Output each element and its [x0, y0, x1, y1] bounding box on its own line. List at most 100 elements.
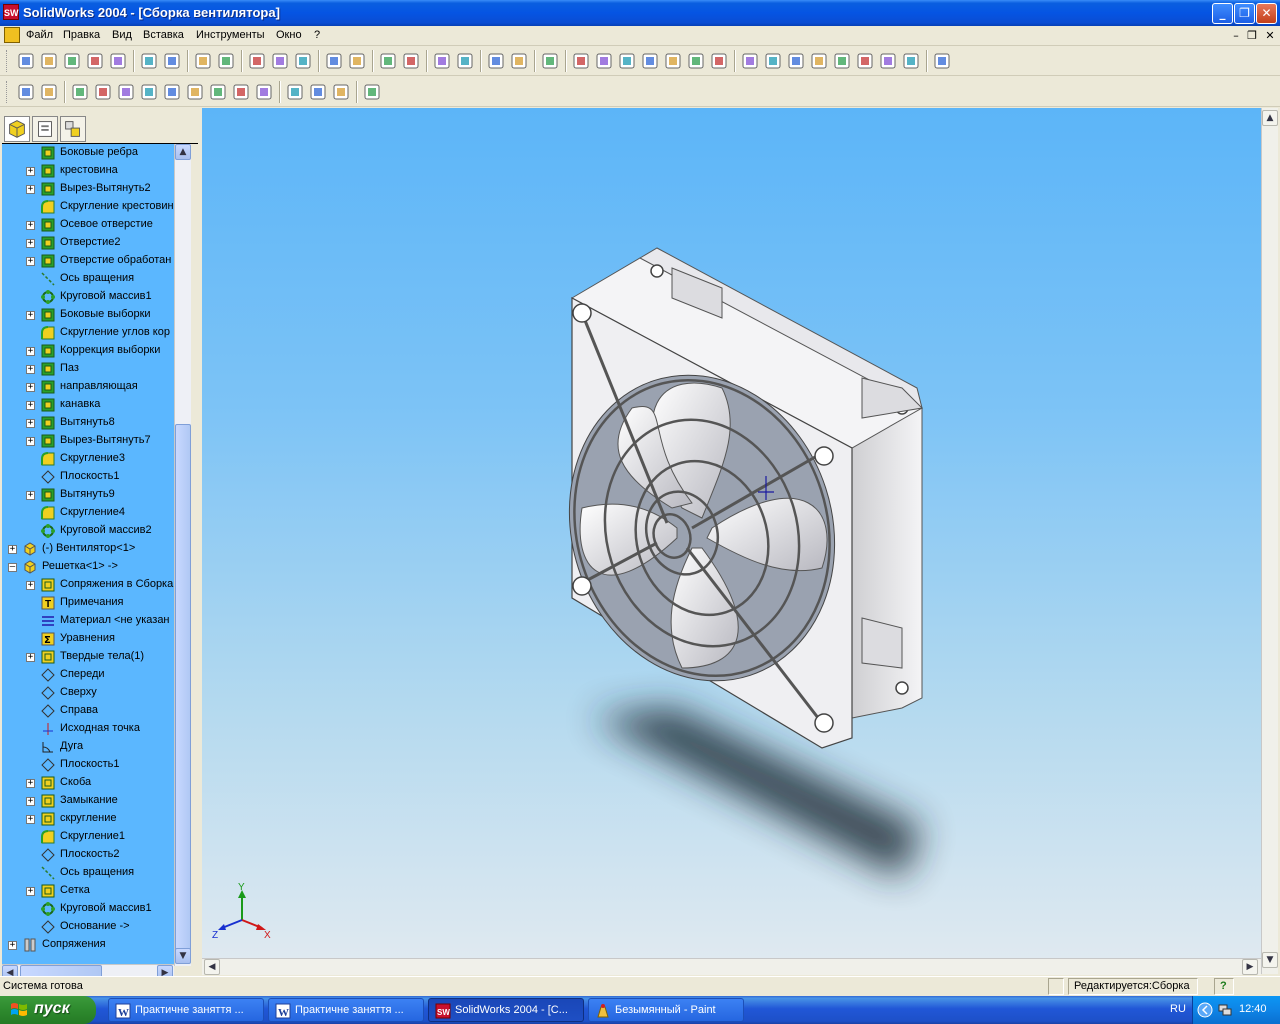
- options-button[interactable]: [509, 51, 529, 71]
- vp-scroll-left-button[interactable]: ◀: [204, 959, 220, 975]
- expand-toggle[interactable]: +: [26, 419, 35, 428]
- shadow-button[interactable]: [901, 51, 921, 71]
- zoom-area-button[interactable]: [617, 51, 637, 71]
- viewport-horizontal-scrollbar[interactable]: ◀ ▶: [202, 958, 1261, 975]
- tree-item[interactable]: + Вырез-Вытянуть7: [2, 432, 174, 450]
- expand-toggle[interactable]: +: [26, 239, 35, 248]
- rotate-component-button[interactable]: [208, 82, 228, 102]
- status-help-cell[interactable]: ?: [1214, 978, 1234, 995]
- tree-item[interactable]: + Сетка: [2, 882, 174, 900]
- expand-toggle[interactable]: +: [8, 941, 17, 950]
- expand-toggle[interactable]: +: [26, 347, 35, 356]
- tree-item[interactable]: Круговой массив1: [2, 288, 174, 306]
- menu-view[interactable]: Вид: [112, 29, 132, 41]
- new-button[interactable]: [16, 51, 36, 71]
- smart-fasteners-button[interactable]: [231, 82, 251, 102]
- move-component-button[interactable]: [185, 82, 205, 102]
- expand-toggle[interactable]: +: [26, 581, 35, 590]
- zoom-out-button[interactable]: [640, 51, 660, 71]
- explode-line-button[interactable]: [308, 82, 328, 102]
- tree-item[interactable]: + Паз: [2, 360, 174, 378]
- tree-item[interactable]: + Вытянуть8: [2, 414, 174, 432]
- tree-item[interactable]: + канавка: [2, 396, 174, 414]
- menu-insert[interactable]: Вставка: [143, 29, 184, 41]
- print-button[interactable]: [139, 51, 159, 71]
- tree-item[interactable]: Справа: [2, 702, 174, 720]
- grid-button[interactable]: [324, 51, 344, 71]
- tree-item[interactable]: Скругление3: [2, 450, 174, 468]
- tree-item[interactable]: Скругление4: [2, 504, 174, 522]
- menu-help[interactable]: ?: [314, 29, 320, 41]
- edit-component-button[interactable]: [331, 82, 351, 102]
- tree-item[interactable]: Плоскость1: [2, 756, 174, 774]
- expand-toggle[interactable]: +: [26, 437, 35, 446]
- tree-item[interactable]: + Твердые тела(1): [2, 648, 174, 666]
- tree-item[interactable]: + (-) Вентилятор<1>: [2, 540, 174, 558]
- perspective-button[interactable]: [855, 51, 875, 71]
- expand-toggle[interactable]: +: [26, 653, 35, 662]
- expand-toggle[interactable]: –: [8, 563, 17, 572]
- vp-scroll-down-button[interactable]: ▼: [1262, 952, 1278, 968]
- help-button[interactable]: [432, 51, 452, 71]
- taskbar-item-paint[interactable]: Безымянный - Paint: [588, 998, 744, 1022]
- menu-window[interactable]: Окно: [276, 29, 302, 41]
- traffic-light-button[interactable]: [293, 51, 313, 71]
- expand-toggle[interactable]: +: [26, 797, 35, 806]
- featuremanager-tab[interactable]: [4, 116, 30, 142]
- tree-item[interactable]: + Отверстие обработан: [2, 252, 174, 270]
- tree-item[interactable]: Плоскость2: [2, 846, 174, 864]
- suppress-button[interactable]: [139, 82, 159, 102]
- tree-item[interactable]: Плоскость1: [2, 468, 174, 486]
- fan-assembly-model[interactable]: [202, 108, 1261, 958]
- assembly-component-button[interactable]: [16, 82, 36, 102]
- tree-item[interactable]: + Сопряжения в Сборка: [2, 576, 174, 594]
- taskbar-item-solidworks[interactable]: SW SolidWorks 2004 - [С...: [428, 998, 584, 1022]
- pan-button[interactable]: [686, 51, 706, 71]
- filter-button[interactable]: [378, 51, 398, 71]
- expand-toggle[interactable]: +: [26, 383, 35, 392]
- menu-edit[interactable]: Правка: [63, 29, 100, 41]
- tree-item[interactable]: Скругление крестовин: [2, 198, 174, 216]
- expand-toggle[interactable]: +: [26, 491, 35, 500]
- tree-item[interactable]: + Вырез-Вытянуть2: [2, 180, 174, 198]
- change-transparency-button[interactable]: [116, 82, 136, 102]
- minimize-button[interactable]: _: [1212, 3, 1233, 24]
- graphics-area[interactable]: Y X Z: [202, 108, 1261, 958]
- mdi-minimize-button[interactable]: –: [1228, 29, 1244, 43]
- tree-item[interactable]: + Скоба: [2, 774, 174, 792]
- view-orient-button[interactable]: [709, 51, 729, 71]
- hidden-removed-button[interactable]: [786, 51, 806, 71]
- toolbar-grip[interactable]: [6, 81, 9, 103]
- tree-item[interactable]: + Замыкание: [2, 792, 174, 810]
- language-indicator[interactable]: RU: [1170, 1003, 1186, 1015]
- whats-this-button[interactable]: [455, 51, 475, 71]
- wireframe-button[interactable]: [740, 51, 760, 71]
- print-drawing-button[interactable]: [85, 51, 105, 71]
- sketch-button[interactable]: [270, 51, 290, 71]
- toolbar-grip[interactable]: [6, 50, 9, 72]
- expand-toggle[interactable]: +: [26, 167, 35, 176]
- zoom-in-button[interactable]: [594, 51, 614, 71]
- expand-toggle[interactable]: +: [26, 221, 35, 230]
- assembly-doc-icon[interactable]: [4, 27, 20, 43]
- tree-item[interactable]: + Отверстие2: [2, 234, 174, 252]
- tree-item[interactable]: Спереди: [2, 666, 174, 684]
- tree-item[interactable]: – Решетка<1> ->: [2, 558, 174, 576]
- scroll-down-button[interactable]: ▼: [175, 948, 191, 964]
- shaded-button[interactable]: [832, 51, 852, 71]
- configurationmanager-tab[interactable]: [60, 116, 86, 142]
- scroll-thumb[interactable]: [175, 424, 191, 954]
- expand-toggle[interactable]: +: [26, 815, 35, 824]
- pin-button[interactable]: [540, 51, 560, 71]
- tree-vertical-scrollbar[interactable]: ▲ ▼: [174, 144, 191, 966]
- viewport-vertical-scrollbar[interactable]: ▲ ▼: [1261, 108, 1278, 974]
- tree-item[interactable]: Ось вращения: [2, 864, 174, 882]
- menu-tools[interactable]: Инструменты: [196, 29, 265, 41]
- assembly-features-button[interactable]: [362, 82, 382, 102]
- taskbar-item-word-2[interactable]: W Практичне заняття ...: [268, 998, 424, 1022]
- start-button[interactable]: пуск: [0, 996, 96, 1024]
- redo-button[interactable]: [216, 51, 236, 71]
- tree-item[interactable]: + Вытянуть9: [2, 486, 174, 504]
- tree-item[interactable]: + Коррекция выборки: [2, 342, 174, 360]
- scroll-up-button[interactable]: ▲: [175, 144, 191, 160]
